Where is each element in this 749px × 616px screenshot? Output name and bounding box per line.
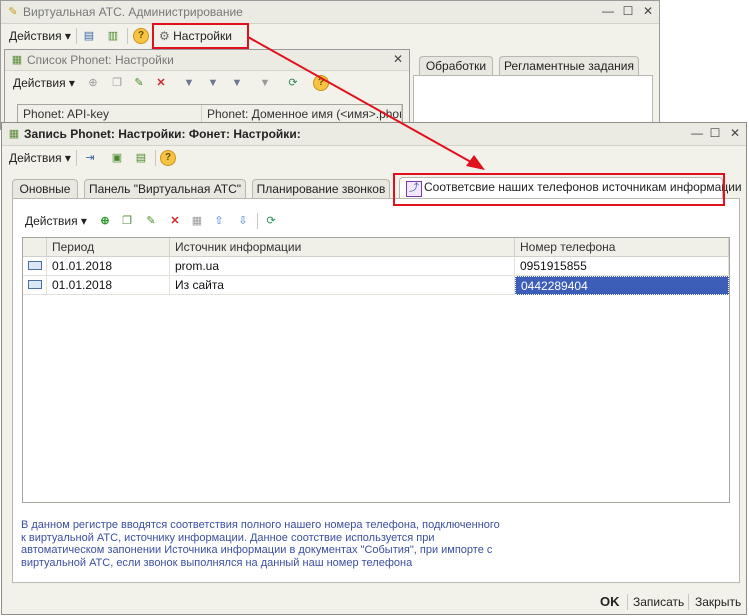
annotation-arrow xyxy=(247,36,485,170)
arrow-line xyxy=(247,36,479,167)
arrow-head xyxy=(466,155,485,170)
